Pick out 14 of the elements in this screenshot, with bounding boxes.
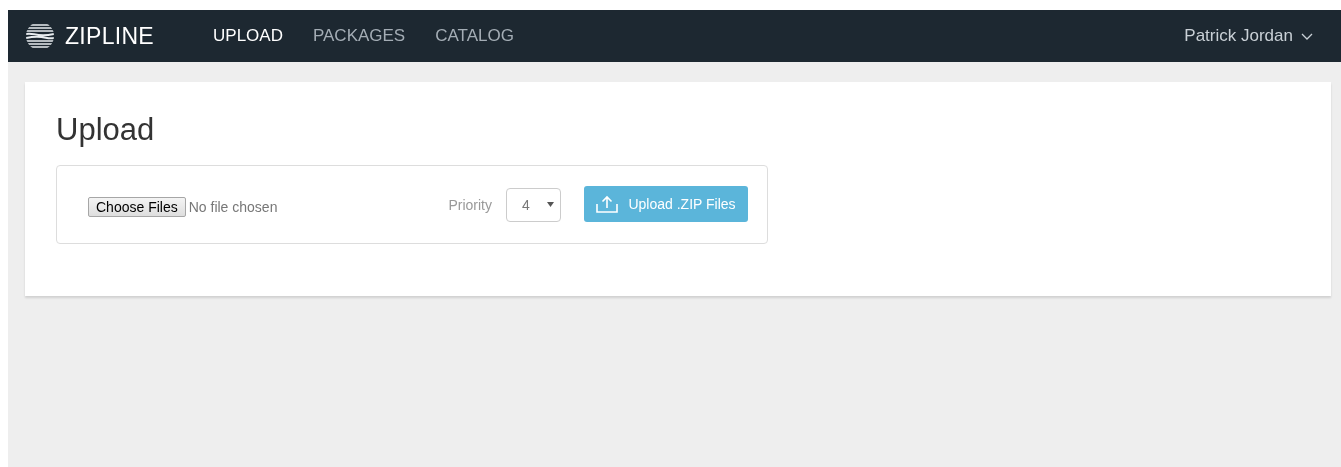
priority-label: Priority bbox=[448, 196, 492, 213]
logo-icon bbox=[25, 21, 55, 51]
dropdown-arrow-icon bbox=[547, 202, 554, 207]
priority-select[interactable]: 4 bbox=[506, 187, 561, 222]
chevron-down-icon bbox=[1301, 32, 1313, 40]
nav-tab[interactable]: PACKAGES bbox=[297, 26, 421, 46]
page-title: Upload bbox=[56, 112, 156, 148]
nav-tab[interactable]: CATALOG bbox=[420, 26, 529, 46]
file-status: No file chosen bbox=[188, 199, 278, 215]
choose-files-button[interactable]: Choose Files bbox=[88, 197, 186, 217]
nav-tab[interactable]: UPLOAD bbox=[198, 26, 298, 46]
user-menu[interactable]: Patrick Jordan bbox=[1184, 26, 1313, 46]
brand-name: ZIPLINE bbox=[65, 22, 154, 50]
upload-icon bbox=[596, 194, 619, 213]
